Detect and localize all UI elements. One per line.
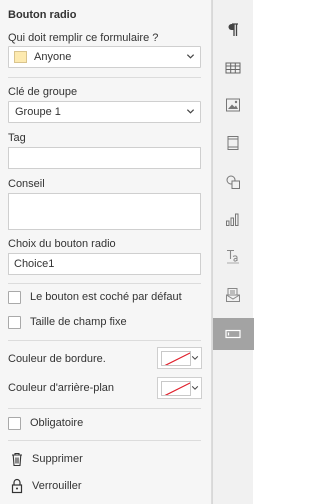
choice-label: Choix du bouton radio	[8, 238, 116, 250]
who-fills-value: Anyone	[34, 51, 72, 63]
table-icon	[225, 62, 241, 74]
text-art-settings-button[interactable]	[213, 240, 254, 272]
required-label: Obligatoire	[30, 417, 84, 429]
chevron-down-icon	[191, 356, 199, 360]
fixed-size-label: Taille de champ fixe	[30, 316, 127, 328]
lock-button[interactable]: Verrouiller	[8, 478, 128, 496]
chevron-down-icon	[186, 109, 195, 114]
checked-default-option[interactable]: Le bouton est coché par défaut	[8, 291, 201, 305]
divider	[8, 408, 201, 409]
no-color-swatch	[161, 381, 191, 396]
image-icon	[226, 98, 240, 112]
delete-button[interactable]: Supprimer	[8, 451, 128, 469]
mail-merge-icon	[226, 288, 240, 302]
panel-title: Bouton radio	[8, 9, 77, 21]
divider	[8, 340, 201, 341]
chart-icon	[226, 213, 239, 226]
divider	[8, 440, 201, 441]
divider	[8, 77, 201, 78]
divider	[8, 283, 201, 284]
group-key-select[interactable]: Groupe 1	[8, 101, 201, 123]
checked-default-checkbox[interactable]	[8, 291, 21, 304]
fixed-size-checkbox[interactable]	[8, 316, 21, 329]
group-key-label: Clé de groupe	[8, 86, 78, 98]
chevron-down-icon	[191, 386, 199, 390]
fixed-size-option[interactable]: Taille de champ fixe	[8, 316, 201, 330]
choice-value: Choice1	[14, 258, 55, 270]
shape-settings-button[interactable]	[213, 166, 254, 198]
right-toolbar	[212, 0, 254, 504]
background-color-picker[interactable]	[157, 377, 202, 399]
required-checkbox[interactable]	[8, 417, 21, 430]
form-field-settings-button[interactable]	[213, 318, 254, 350]
who-fills-label: Qui doit remplir ce formulaire ?	[8, 32, 159, 44]
required-option[interactable]: Obligatoire	[8, 417, 201, 431]
settings-panel: Bouton radio Qui doit remplir ce formula…	[0, 0, 212, 504]
role-color-swatch	[14, 51, 27, 63]
tag-input[interactable]	[8, 147, 201, 169]
group-key-value: Groupe 1	[15, 106, 61, 118]
who-fills-select[interactable]: Anyone	[8, 46, 201, 68]
chart-settings-button[interactable]	[213, 203, 254, 235]
text-art-icon	[227, 249, 239, 264]
chevron-down-icon	[186, 54, 195, 59]
table-settings-button[interactable]	[213, 52, 254, 84]
trash-icon	[12, 452, 22, 467]
border-color-picker[interactable]	[157, 347, 202, 369]
header-footer-icon	[227, 136, 239, 150]
checked-default-label: Le bouton est coché par défaut	[30, 291, 182, 303]
tag-label: Tag	[8, 132, 26, 144]
lock-icon	[11, 478, 23, 494]
paragraph-settings-button[interactable]	[213, 14, 254, 46]
image-settings-button[interactable]	[213, 89, 254, 121]
tip-textarea[interactable]	[8, 193, 201, 230]
mail-merge-settings-button[interactable]	[213, 279, 254, 311]
lock-label: Verrouiller	[32, 480, 82, 492]
tip-label: Conseil	[8, 178, 45, 190]
paragraph-icon	[228, 23, 238, 36]
form-field-icon	[225, 329, 241, 339]
border-color-label: Couleur de bordure.	[8, 353, 106, 365]
choice-input[interactable]: Choice1	[8, 253, 201, 275]
shape-icon	[226, 175, 240, 189]
background-color-label: Couleur d'arrière-plan	[8, 382, 115, 394]
delete-label: Supprimer	[32, 453, 83, 465]
header-footer-settings-button[interactable]	[213, 127, 254, 159]
no-color-swatch	[161, 351, 191, 366]
